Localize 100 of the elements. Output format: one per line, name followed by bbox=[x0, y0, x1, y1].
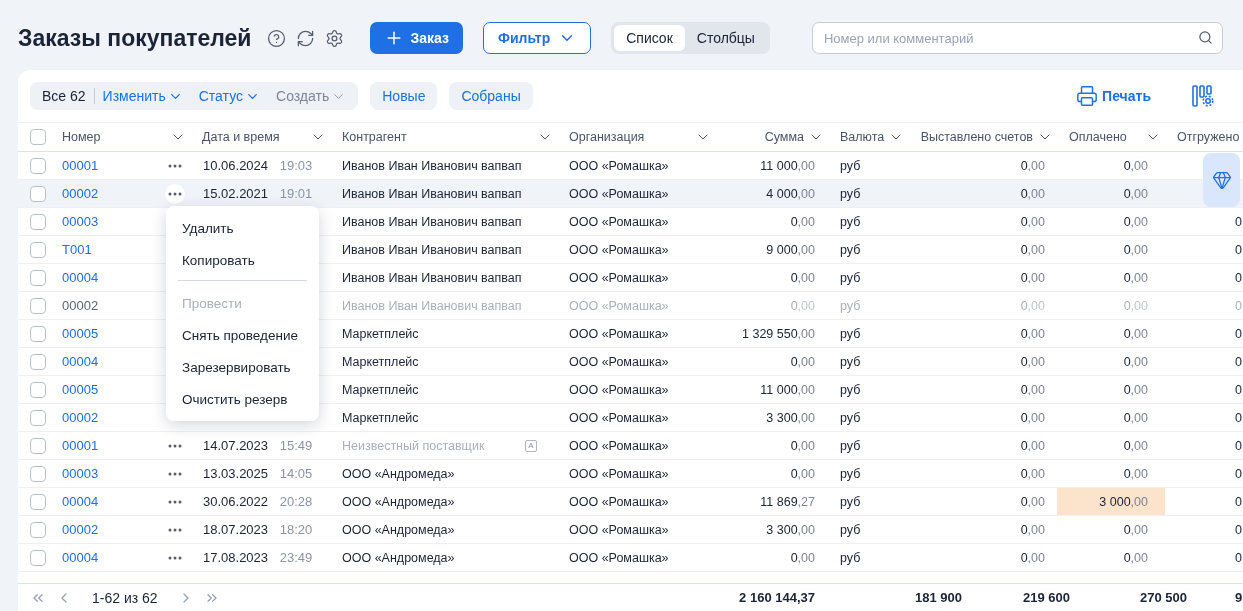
paid-cell-text: 0,00 bbox=[1122, 521, 1149, 539]
order-number-link[interactable]: 00004 bbox=[50, 270, 165, 285]
column-header[interactable]: Номер bbox=[50, 123, 190, 151]
search-field[interactable]: Номер или комментарий bbox=[811, 22, 1223, 54]
currency-cell-text: руб bbox=[839, 410, 862, 425]
selection-count: Все 62 bbox=[41, 88, 87, 104]
invoiced-cell-text: 0,00 bbox=[1019, 269, 1046, 287]
shipped-cell-text: 0 bbox=[1234, 382, 1242, 397]
invoiced-cell-text: 0,00 bbox=[1019, 437, 1046, 455]
order-number-link[interactable]: 00004 bbox=[50, 550, 165, 565]
currency-cell-text: руб bbox=[839, 214, 862, 229]
contractor-cell-text: Маркетплейс bbox=[341, 410, 419, 425]
contractor-cell-text: ООО «Андромеда» bbox=[341, 494, 455, 509]
menu-item[interactable]: Снять проведение bbox=[166, 319, 319, 351]
date-time-cell-text: 17.08.2023 23:49 bbox=[202, 550, 313, 565]
column-header[interactable]: Контрагент bbox=[330, 123, 557, 151]
order-number-link[interactable]: 00002 bbox=[50, 298, 165, 313]
view-tab[interactable]: Столбцы bbox=[684, 25, 767, 51]
order-number-link[interactable]: 00001 bbox=[50, 438, 165, 453]
add-order-button[interactable]: Заказ bbox=[370, 22, 463, 54]
column-total: 181 900 bbox=[914, 590, 962, 605]
currency-cell-text: руб bbox=[839, 550, 862, 565]
view-tab[interactable]: Список bbox=[614, 25, 685, 51]
row-checkbox[interactable] bbox=[30, 409, 46, 426]
row-checkbox[interactable] bbox=[30, 437, 46, 454]
sum-cell-text: 11 000,00 bbox=[759, 381, 816, 399]
row-checkbox[interactable] bbox=[30, 269, 46, 286]
column-header[interactable]: Дата и время bbox=[190, 123, 330, 151]
settings-icon[interactable] bbox=[325, 28, 345, 48]
currency-cell-text: руб bbox=[839, 438, 862, 453]
print-button[interactable]: Печать bbox=[1070, 84, 1157, 108]
action-dropdown[interactable]: Изменить bbox=[94, 88, 191, 104]
column-header[interactable]: Выставлено счетов bbox=[908, 123, 1057, 151]
order-number-link[interactable]: 00004 bbox=[50, 354, 165, 369]
currency-cell-text: руб bbox=[839, 522, 862, 537]
column-header[interactable]: Валюта bbox=[828, 123, 908, 151]
help-icon[interactable] bbox=[267, 28, 287, 48]
row-checkbox[interactable] bbox=[30, 381, 46, 398]
sum-cell-text: 0,00 bbox=[789, 297, 816, 315]
organization-cell-text: ООО «Ромашка» bbox=[568, 522, 670, 537]
column-header[interactable]: Отгружено bbox=[1165, 123, 1243, 151]
row-checkbox[interactable] bbox=[30, 157, 46, 174]
order-number-link[interactable]: 00005 bbox=[50, 382, 165, 397]
order-number-link[interactable]: T001 bbox=[50, 242, 165, 257]
column-settings-icon[interactable] bbox=[1191, 84, 1215, 108]
table-row[interactable]: 00004 30.06.2022 20:28 ООО «Андромеда» ООО «Ромашка» 11 869,27 руб 0,00 3 000,00 0 bbox=[18, 488, 1243, 516]
row-checkbox[interactable] bbox=[30, 241, 46, 258]
row-checkbox[interactable] bbox=[30, 185, 46, 202]
contractor-cell-text: Маркетплейс bbox=[341, 382, 419, 397]
shipped-cell-text: 0 bbox=[1234, 298, 1242, 313]
row-checkbox[interactable] bbox=[30, 549, 46, 566]
paid-cell-text: 0,00 bbox=[1122, 213, 1149, 231]
order-number-link[interactable]: 00005 bbox=[50, 326, 165, 341]
column-header[interactable]: Организация bbox=[557, 123, 715, 151]
contractor-cell-text: Маркетплейс bbox=[341, 354, 419, 369]
order-number-link[interactable]: 00002 bbox=[50, 186, 165, 201]
order-number-link[interactable]: 00001 bbox=[50, 158, 165, 173]
contractor-cell-text: ООО «Андромеда» bbox=[341, 522, 455, 537]
invoiced-cell-text: 0,00 bbox=[1019, 325, 1046, 343]
refresh-icon[interactable] bbox=[296, 28, 316, 48]
column-header[interactable]: Оплачено bbox=[1057, 123, 1165, 151]
contractor-cell-text: Иванов Иван Иванович вапвап bbox=[341, 158, 522, 173]
sum-cell-text: 3 300,00 bbox=[765, 409, 816, 427]
invoiced-cell-text: 0,00 bbox=[1019, 493, 1046, 511]
shipped-cell-text: 0 bbox=[1234, 550, 1242, 565]
organization-cell-text: ООО «Ромашка» bbox=[568, 382, 670, 397]
premium-button[interactable] bbox=[1203, 153, 1240, 207]
quick-filter[interactable]: Собраны bbox=[449, 82, 533, 110]
filter-button[interactable]: Фильтр bbox=[482, 22, 592, 54]
row-checkbox[interactable] bbox=[30, 297, 46, 314]
table-row[interactable]: 00002 15.02.2021 19:01 Иванов Иван Иванович вапвап ООО «Ромашка» 4 000,00 руб 0,00 0,00 bbox=[18, 180, 1243, 208]
row-checkbox[interactable] bbox=[30, 213, 46, 230]
paid-cell-text: 0,00 bbox=[1122, 185, 1149, 203]
order-number-link[interactable]: 00003 bbox=[50, 466, 165, 481]
date-time-cell-text: 13.03.2025 14:05 bbox=[202, 466, 313, 481]
order-number-link[interactable]: 00002 bbox=[50, 522, 165, 537]
row-checkbox[interactable] bbox=[30, 521, 46, 538]
currency-cell-text: руб bbox=[839, 466, 862, 481]
date-time-cell-text: 15.02.2021 19:01 bbox=[202, 186, 313, 201]
order-number-link[interactable]: 00003 bbox=[50, 214, 165, 229]
select-all-checkbox[interactable] bbox=[30, 129, 46, 145]
search-icon[interactable] bbox=[1198, 30, 1213, 45]
organization-cell-text: ООО «Ромашка» bbox=[568, 410, 670, 425]
action-dropdown[interactable]: Статус bbox=[190, 88, 268, 104]
currency-cell-text: руб bbox=[839, 382, 862, 397]
quick-filter[interactable]: Новые bbox=[370, 82, 438, 110]
order-number-link[interactable]: 00004 bbox=[50, 494, 165, 509]
more-actions-icon[interactable] bbox=[165, 183, 185, 204]
row-checkbox[interactable] bbox=[30, 465, 46, 482]
column-total: 270 500 bbox=[1139, 590, 1187, 605]
paid-cell-text: 0,00 bbox=[1122, 409, 1149, 427]
organization-cell-text: ООО «Ромашка» bbox=[568, 298, 670, 313]
currency-cell-text: руб bbox=[839, 354, 862, 369]
order-number-link[interactable]: 00002 bbox=[50, 410, 165, 425]
row-checkbox[interactable] bbox=[30, 493, 46, 510]
sum-cell-text: 0,00 bbox=[789, 437, 816, 455]
row-checkbox[interactable] bbox=[30, 353, 46, 370]
row-checkbox[interactable] bbox=[30, 325, 46, 342]
column-header[interactable]: Сумма bbox=[715, 123, 828, 151]
paid-cell-text: 0,00 bbox=[1122, 241, 1149, 259]
